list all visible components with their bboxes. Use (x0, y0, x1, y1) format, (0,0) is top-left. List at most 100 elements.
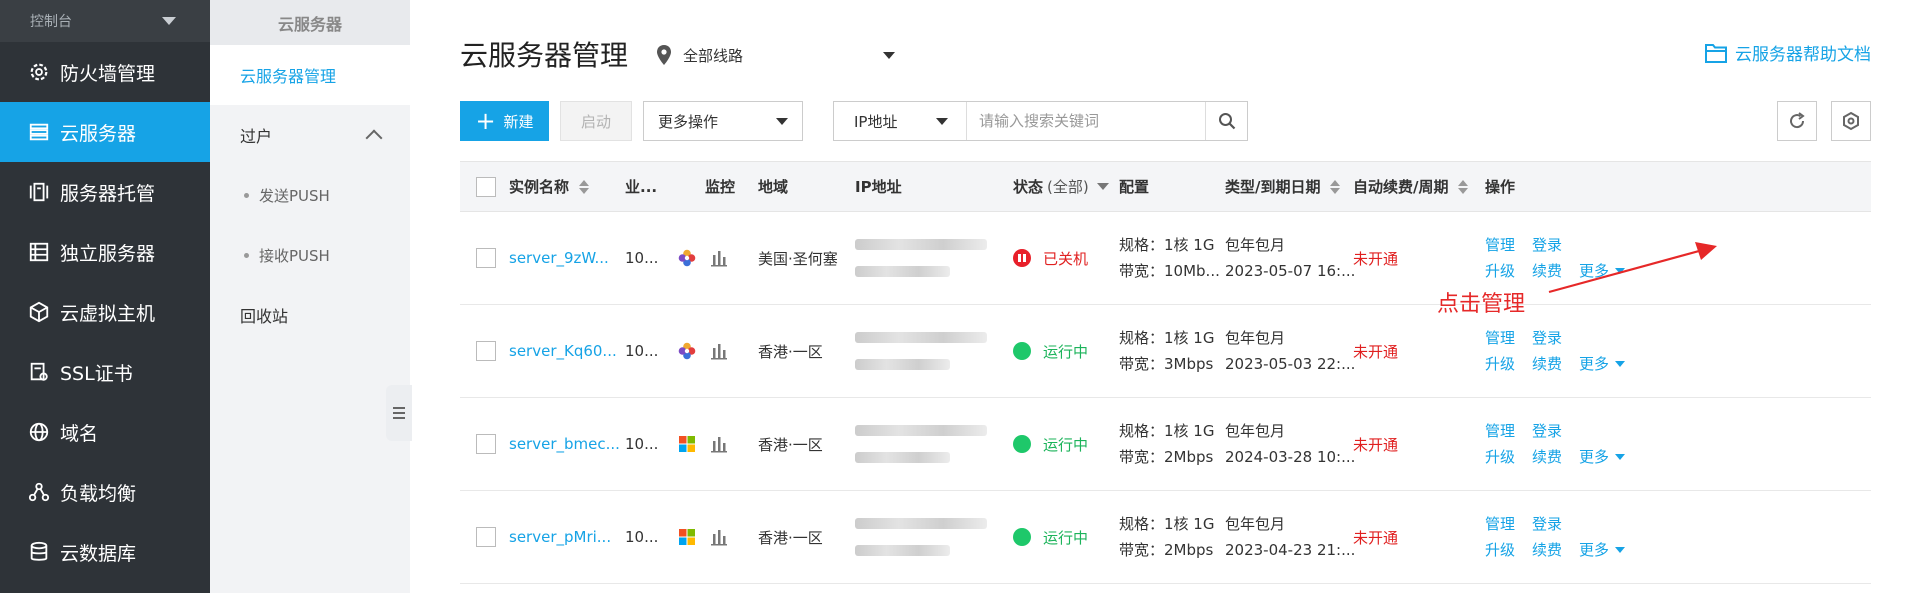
subnav-header: 云服务器 (210, 0, 410, 45)
chevron-down-icon (1096, 183, 1109, 190)
load-balance-icon (28, 481, 50, 503)
auto-renew-status: 未开通 (1353, 528, 1399, 547)
auto-renew-status: 未开通 (1353, 435, 1399, 454)
spec-text: 规格：1核 1G (1119, 515, 1215, 533)
sidebar-item-load-balance[interactable]: 负载均衡 (0, 462, 210, 522)
subnav-item-receive-push[interactable]: 接收PUSH (210, 225, 410, 285)
region-cell: 香港·一区 (758, 435, 823, 454)
row-checkbox[interactable] (476, 341, 496, 361)
instance-name-link[interactable]: server_pMri... (509, 528, 611, 546)
subnav-item-server-manage[interactable]: 云服务器管理 (210, 45, 410, 105)
settings-button[interactable] (1831, 101, 1871, 141)
table-row: server_pMri... 10... 香港·一区 运行中 规格：1核 1G 带宽：2M… (460, 491, 1871, 584)
login-link[interactable]: 登录 (1532, 511, 1562, 537)
search-box: IP地址 (833, 101, 1248, 141)
redacted-ip (855, 239, 987, 250)
search-type-select[interactable]: IP地址 (834, 102, 967, 140)
manage-link[interactable]: 管理 (1485, 325, 1515, 351)
manage-link[interactable]: 管理 (1485, 232, 1515, 258)
server-stack-icon (28, 121, 50, 143)
column-header-auto-renew[interactable]: 自动续费/周期 (1353, 162, 1469, 211)
sidebar-item-dedicated-server[interactable]: 独立服务器 (0, 222, 210, 282)
console-dropdown[interactable]: 控制台 (0, 0, 210, 42)
renew-link[interactable]: 续费 (1532, 537, 1562, 563)
sidebar-item-server-hosting[interactable]: 服务器托管 (0, 162, 210, 222)
sidebar-item-label: SSL证书 (60, 362, 133, 385)
route-select[interactable]: 全部线路 (655, 44, 896, 66)
sidebar-item-ssl[interactable]: SSL证书 (0, 342, 210, 402)
certificate-icon (28, 361, 50, 383)
sidebar-item-label: 域名 (60, 422, 99, 445)
new-button-label: 新建 (503, 112, 534, 131)
refresh-button[interactable] (1777, 101, 1817, 141)
manage-link[interactable]: 管理 (1485, 511, 1515, 537)
sidebar-item-label: 服务器托管 (60, 182, 156, 205)
billing-type-text: 包年包月 (1225, 422, 1286, 440)
more-actions-dropdown[interactable]: 更多 (1579, 537, 1626, 563)
bullet-icon (244, 252, 249, 258)
row-checkbox[interactable] (476, 248, 496, 268)
billing-type-text: 包年包月 (1225, 329, 1286, 347)
bandwidth-text: 带宽：3Mbps (1119, 355, 1214, 373)
running-status-icon (1013, 435, 1031, 453)
sidebar-item-virtual-host[interactable]: 云虚拟主机 (0, 282, 210, 342)
subnav-item-recycle-bin[interactable]: 回收站 (210, 285, 410, 345)
column-header-name[interactable]: 实例名称 (509, 162, 590, 211)
instance-name-link[interactable]: server_Kq60... (509, 342, 617, 360)
subnav-item-label: 发送PUSH (259, 186, 330, 205)
manage-link[interactable]: 管理 (1485, 418, 1515, 444)
login-link[interactable]: 登录 (1532, 418, 1562, 444)
running-status-icon (1013, 342, 1031, 360)
console-label: 控制台 (30, 14, 72, 30)
renew-link[interactable]: 续费 (1532, 444, 1562, 470)
select-all-checkbox[interactable] (476, 176, 496, 197)
bar-chart-icon[interactable] (710, 528, 728, 546)
ip-cell (855, 305, 990, 397)
column-header-monitor: 监控 (705, 178, 736, 196)
renew-link[interactable]: 续费 (1532, 351, 1562, 377)
collapse-sidebar-toggle[interactable] (386, 385, 412, 441)
subnav-group-transfer[interactable]: 过户 (210, 105, 410, 165)
menu-collapse-icon (393, 404, 405, 422)
sort-icon (1458, 179, 1469, 194)
search-button[interactable] (1205, 102, 1247, 140)
billing-type-text: 包年包月 (1225, 236, 1286, 254)
business-cell: 10... (625, 342, 659, 360)
secondary-nav: 云服务器 云服务器管理 过户 发送PUSH 接收PUSH 回收站 (210, 0, 410, 593)
more-ops-select[interactable]: 更多操作 (643, 101, 803, 141)
instance-name-link[interactable]: server_9zW... (509, 249, 609, 267)
bar-chart-icon[interactable] (710, 435, 728, 453)
help-doc-label: 云服务器帮助文档 (1735, 45, 1871, 65)
upgrade-link[interactable]: 升级 (1485, 537, 1515, 563)
column-header-status[interactable]: 状态 (全部) (1013, 162, 1109, 211)
business-cell: 10... (625, 249, 659, 267)
column-header-type-expiry[interactable]: 类型/到期日期 (1225, 162, 1341, 211)
server-table: 实例名称 业... 监控 地域 IP地址 状态 (全部) 配置 类型/到期日期 … (460, 161, 1871, 584)
table-row: server_bmec... 10... 香港·一区 运行中 规格：1核 1G 带宽：2M… (460, 398, 1871, 491)
start-button[interactable]: 启动 (560, 101, 632, 141)
row-checkbox[interactable] (476, 527, 496, 547)
column-header-ops: 操作 (1485, 178, 1516, 196)
sidebar-item-cloud-server[interactable]: 云服务器 (0, 102, 210, 162)
sidebar-item-domain[interactable]: 域名 (0, 402, 210, 462)
bar-chart-icon[interactable] (710, 249, 728, 267)
subnav-item-send-push[interactable]: 发送PUSH (210, 165, 410, 225)
search-input[interactable] (967, 102, 1205, 140)
column-header-ip: IP地址 (855, 178, 902, 196)
more-actions-dropdown[interactable]: 更多 (1579, 444, 1626, 470)
upgrade-link[interactable]: 升级 (1485, 444, 1515, 470)
toolbar-right (1763, 101, 1871, 141)
more-actions-dropdown[interactable]: 更多 (1579, 351, 1626, 377)
upgrade-link[interactable]: 升级 (1485, 351, 1515, 377)
bar-chart-icon[interactable] (710, 342, 728, 360)
row-checkbox[interactable] (476, 434, 496, 454)
help-doc-link[interactable]: 云服务器帮助文档 (1705, 40, 1871, 65)
sidebar-item-firewall[interactable]: 防火墙管理 (0, 42, 210, 102)
sidebar-item-database[interactable]: 云数据库 (0, 522, 210, 582)
redacted-ip (855, 266, 950, 277)
instance-name-link[interactable]: server_bmec... (509, 435, 620, 453)
table-header: 实例名称 业... 监控 地域 IP地址 状态 (全部) 配置 类型/到期日期 … (460, 161, 1871, 212)
new-button[interactable]: + 新建 (460, 101, 549, 141)
login-link[interactable]: 登录 (1532, 325, 1562, 351)
upgrade-link[interactable]: 升级 (1485, 258, 1515, 284)
